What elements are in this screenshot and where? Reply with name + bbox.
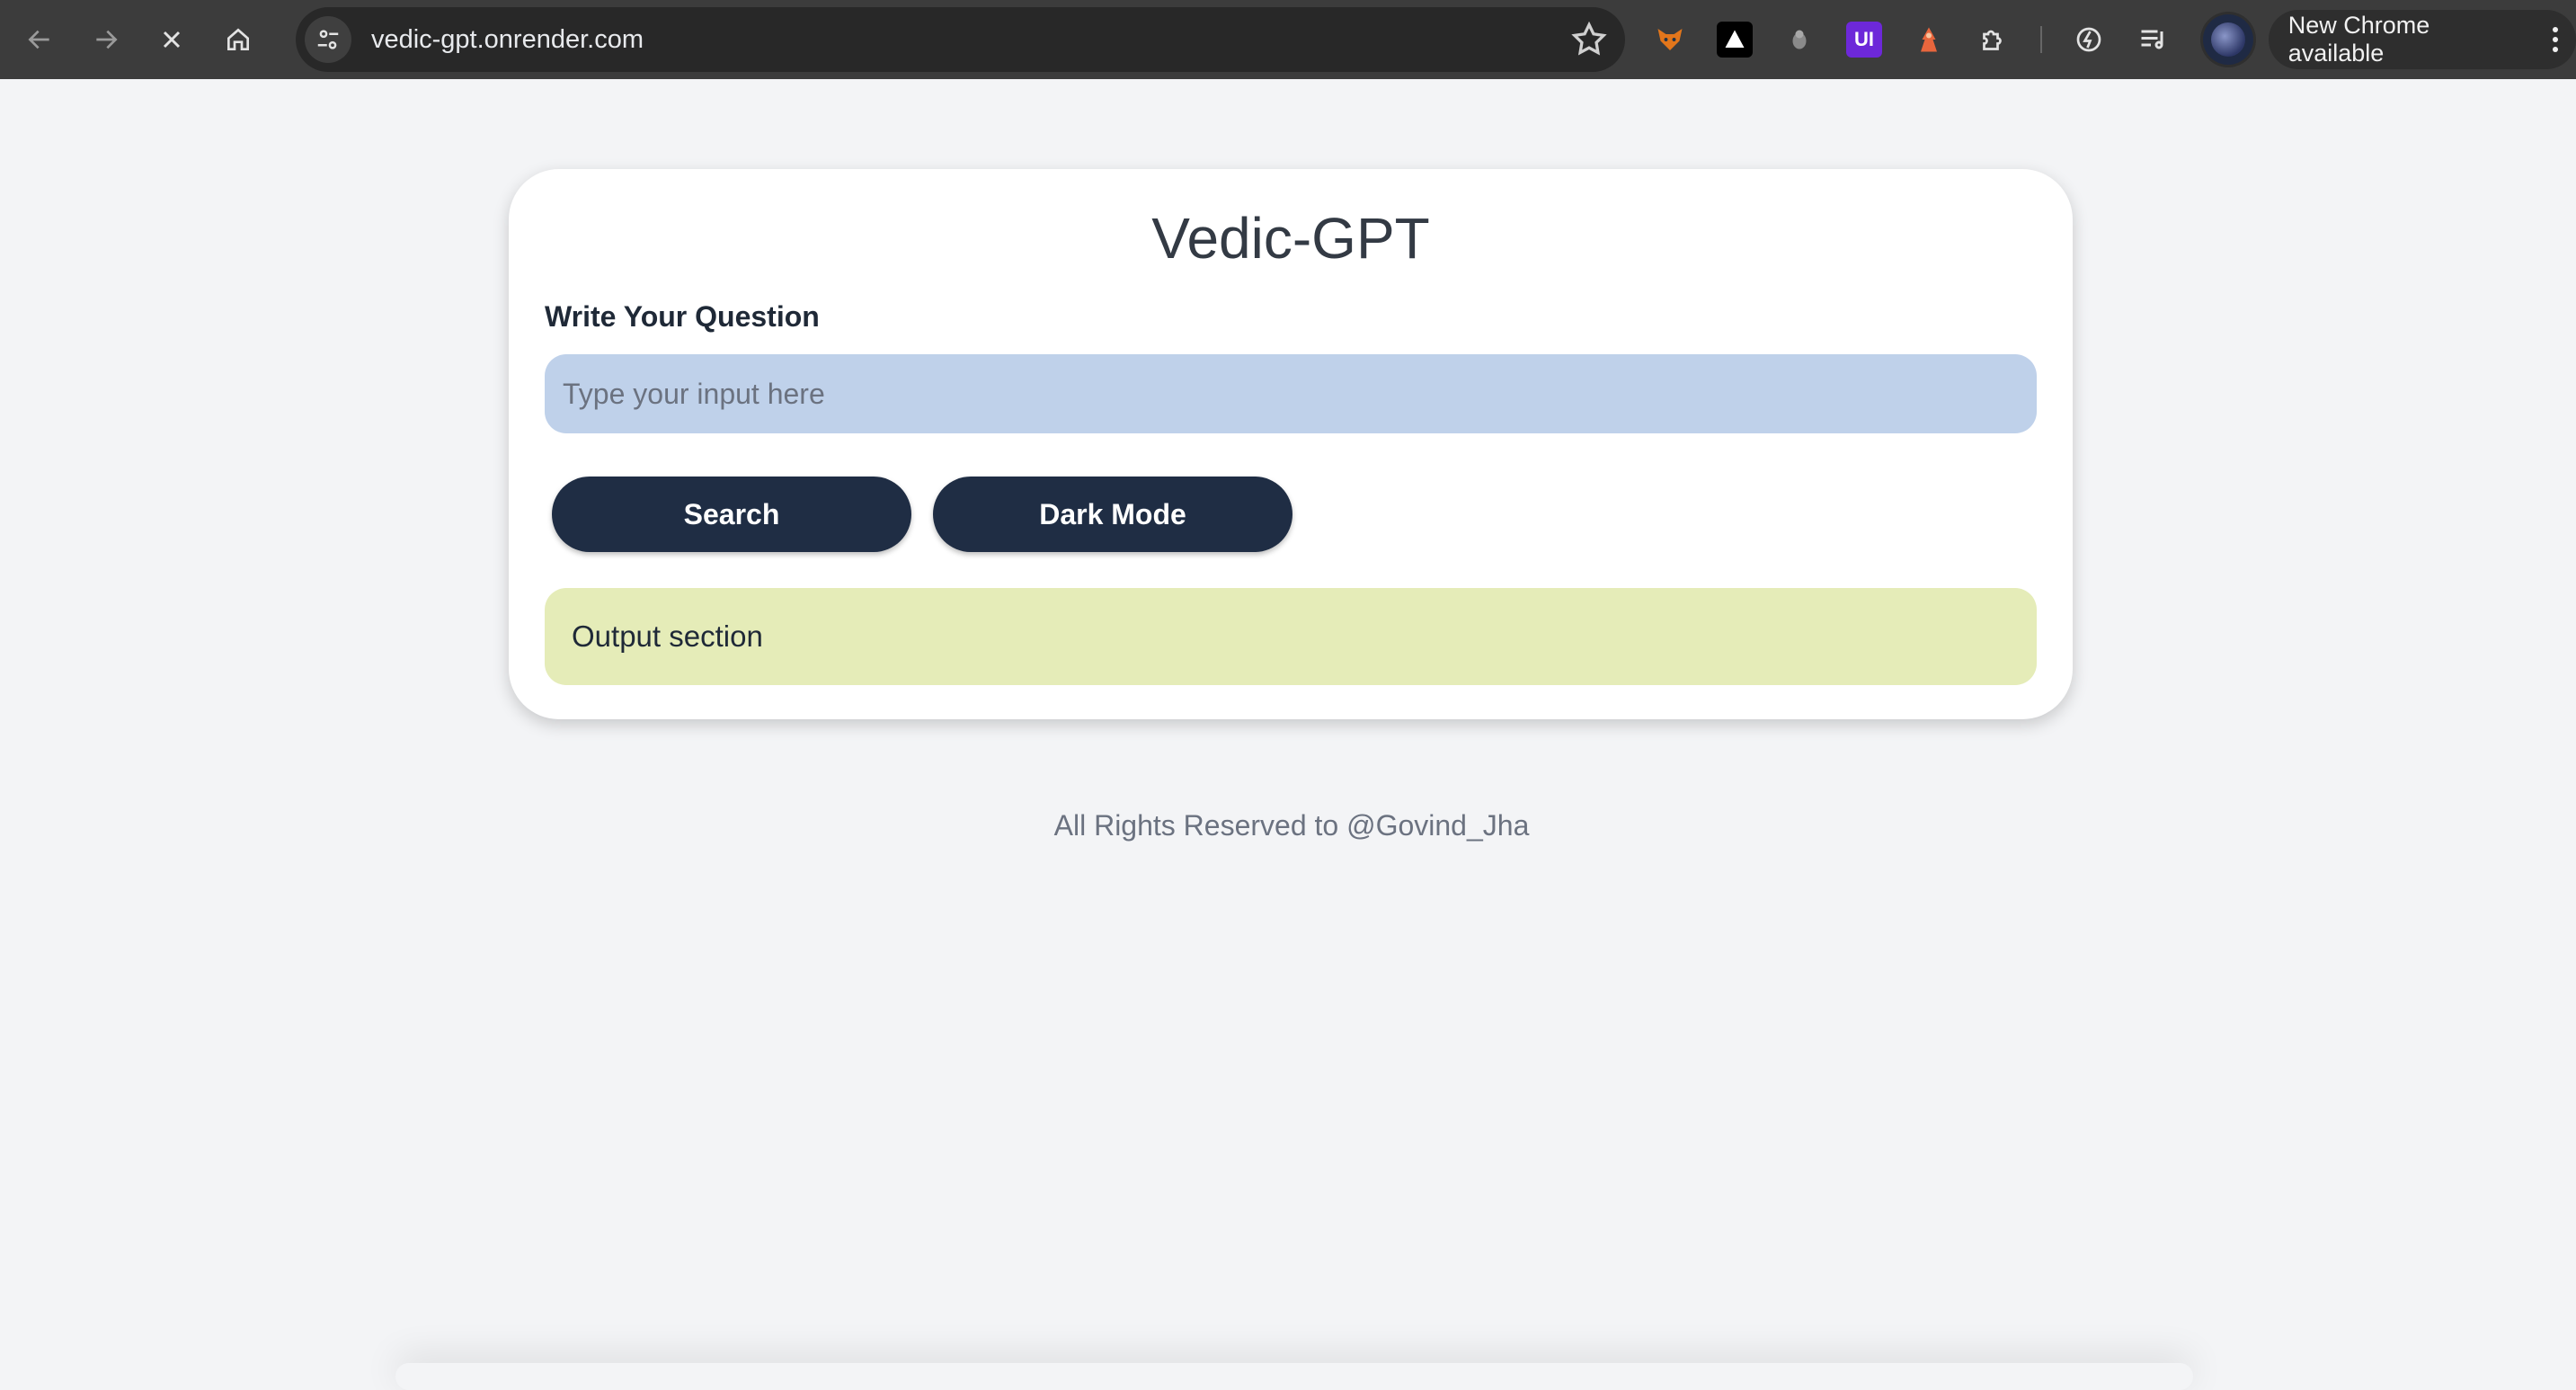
- main-card: Vedic-GPT Write Your Question Search Dar…: [509, 169, 2073, 719]
- output-section: Output section: [545, 588, 2037, 685]
- tune-icon: [317, 30, 339, 49]
- chrome-update-button[interactable]: New Chrome available: [2268, 10, 2576, 69]
- profile-avatar[interactable]: [2200, 12, 2256, 67]
- dark-mode-button[interactable]: Dark Mode: [933, 477, 1292, 552]
- forward-arrow-icon: [95, 30, 118, 49]
- home-button[interactable]: [213, 14, 263, 65]
- back-button[interactable]: [14, 14, 65, 65]
- site-info-button[interactable]: [304, 16, 351, 63]
- output-text: Output section: [572, 619, 763, 653]
- stop-loading-button[interactable]: [147, 14, 197, 65]
- playlist-extension-icon[interactable]: [2136, 22, 2172, 58]
- close-icon: [164, 31, 181, 49]
- triangle-extension-icon[interactable]: [1717, 22, 1754, 58]
- character-extension-icon[interactable]: [1911, 22, 1947, 58]
- extensions-area: UI: [1652, 22, 2200, 58]
- url-text[interactable]: vedic-gpt.onrender.com: [371, 25, 644, 55]
- puzzle-extension-icon[interactable]: [1976, 22, 2012, 58]
- address-bar[interactable]: vedic-gpt.onrender.com: [295, 7, 1626, 72]
- speed-extension-icon[interactable]: [2071, 22, 2107, 58]
- more-menu-icon[interactable]: [2552, 27, 2558, 52]
- browser-toolbar: vedic-gpt.onrender.com UI New Chrome ava…: [0, 0, 2576, 79]
- bookmark-star-icon[interactable]: [1569, 20, 1609, 59]
- question-label: Write Your Question: [545, 300, 820, 333]
- toolbar-divider: [2040, 26, 2043, 53]
- fox-extension-icon[interactable]: [1652, 22, 1688, 58]
- search-button[interactable]: Search: [552, 477, 911, 552]
- update-label: New Chrome available: [2287, 12, 2430, 67]
- back-arrow-icon: [28, 30, 49, 49]
- ui-extension-icon[interactable]: UI: [1846, 22, 1883, 58]
- page-content: Vedic-GPT Write Your Question Search Dar…: [0, 79, 2576, 1382]
- page-title: Vedic-GPT: [1151, 206, 1430, 271]
- bottom-shadow: [395, 1363, 2193, 1390]
- home-icon: [227, 28, 250, 50]
- avatar-image: [2210, 22, 2245, 57]
- footer-text: All Rights Reserved to @Govind_Jha: [1053, 809, 1530, 842]
- question-input[interactable]: [545, 354, 2037, 433]
- forward-button[interactable]: [81, 14, 131, 65]
- grey-dot-extension-icon[interactable]: [1781, 22, 1817, 58]
